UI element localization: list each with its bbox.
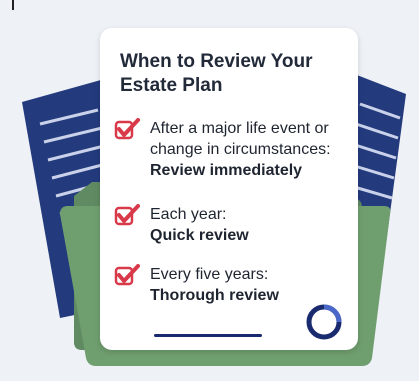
checklist-item-text: Each year: Quick review [150, 204, 360, 246]
item-emphasis: Thorough review [150, 287, 279, 304]
decorative-underline [154, 334, 262, 337]
item-line-1: Every five years: [150, 266, 269, 283]
item-emphasis: Review immediately [150, 162, 303, 179]
item-line-2: change in circumstances: [150, 141, 331, 158]
item-emphasis: Quick review [150, 227, 249, 244]
illustration-scene: When to Review Your Estate Plan After a … [0, 0, 419, 381]
check-mark-icon [114, 118, 140, 140]
checklist-item-text: Every five years: Thorough review [150, 264, 360, 306]
card-title: When to Review Your Estate Plan [120, 51, 313, 96]
circle-logo-icon [306, 304, 342, 340]
check-mark-icon [114, 204, 140, 226]
checklist-item-text: After a major life event or change in ci… [150, 118, 360, 181]
review-checklist-card: When to Review Your Estate Plan After a … [100, 28, 358, 350]
check-mark-icon [114, 264, 140, 286]
item-line-1: Each year: [150, 206, 227, 223]
item-line-1: After a major life event or [150, 120, 329, 137]
